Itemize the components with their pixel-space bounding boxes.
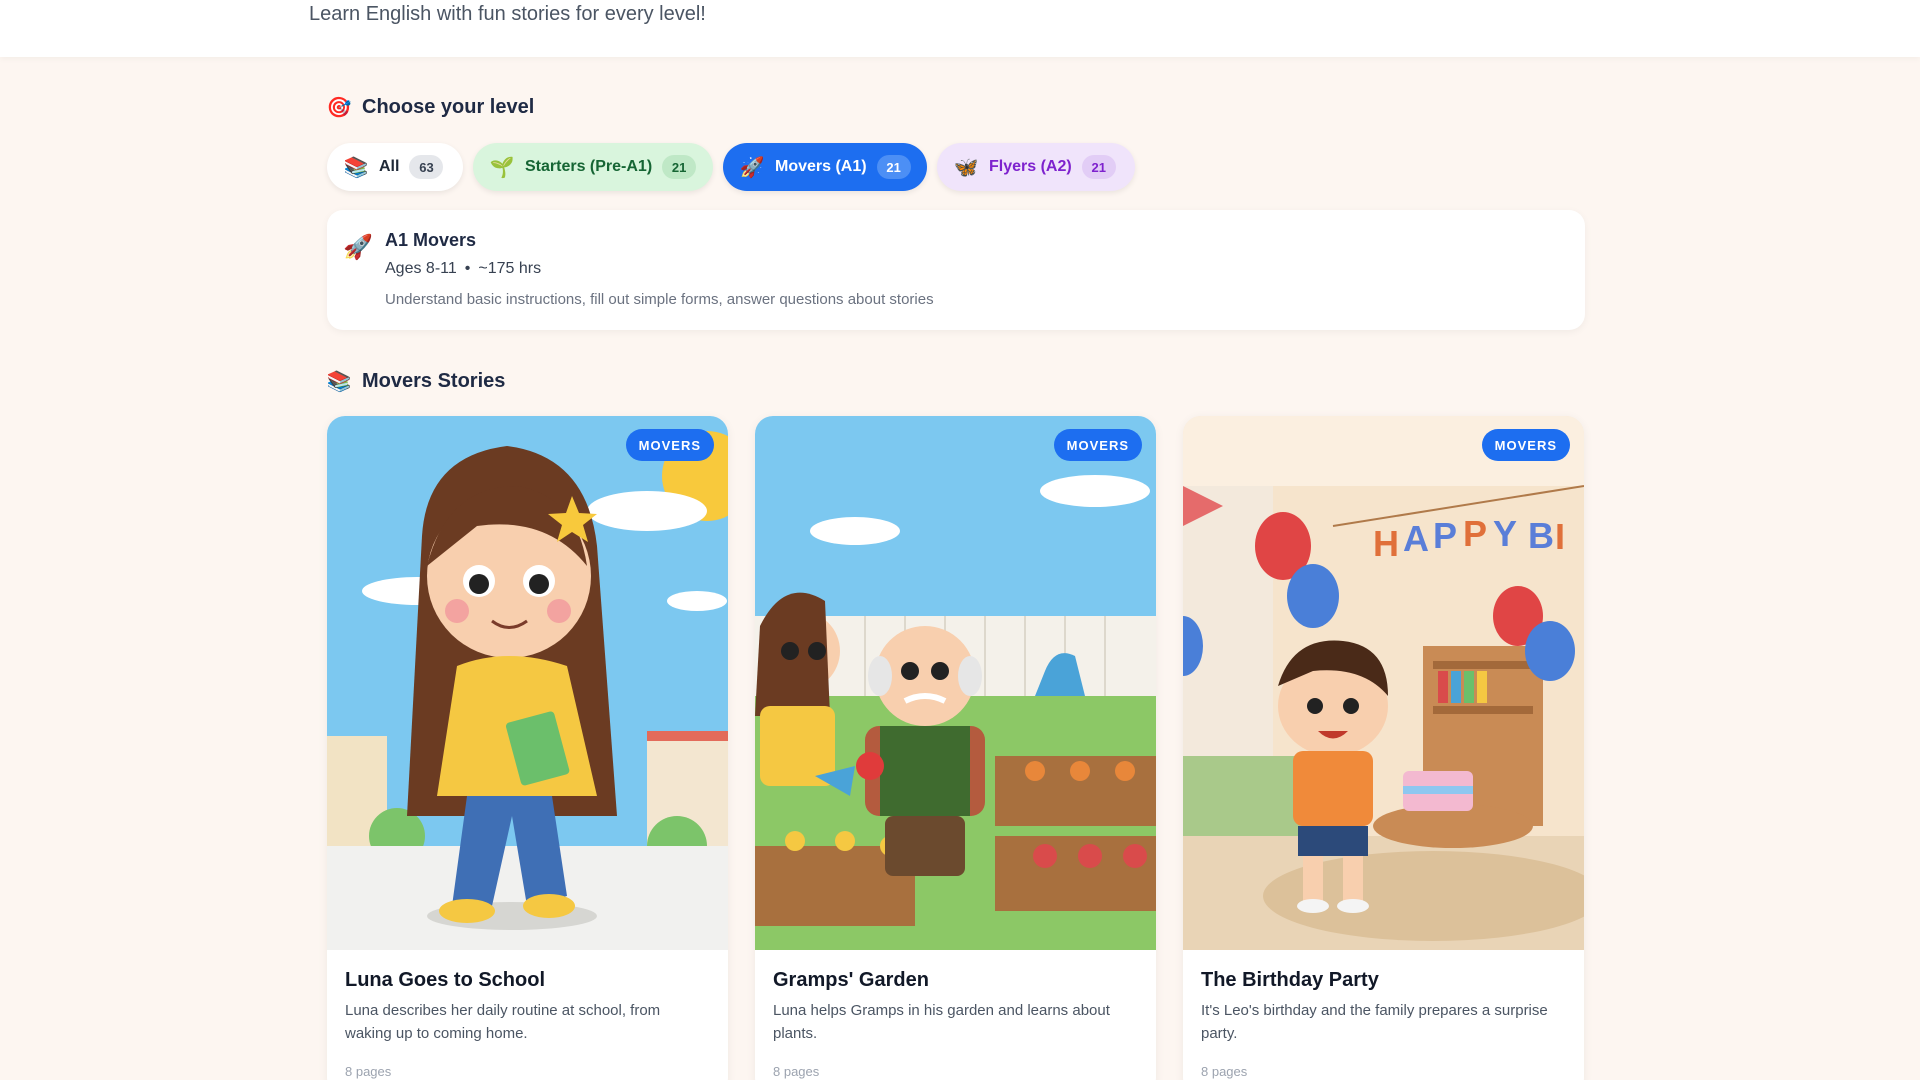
level-pill-starters[interactable]: 🌱 Starters (Pre-A1) 21 [473,143,713,191]
story-title: Gramps' Garden [773,969,929,991]
level-badge: MOVERS [1053,429,1142,461]
pill-label: Flyers (A2) [989,158,1072,175]
level-pill-all[interactable]: 📚 All 63 [327,143,463,191]
svg-text:Y: Y [1493,513,1517,554]
svg-text:B: B [1528,515,1554,556]
level-pill-movers[interactable]: 🚀 Movers (A1) 21 [723,143,927,191]
level-name: A1 Movers [385,230,477,250]
page-header: Learn English with fun stories for every… [0,0,1920,57]
butterfly-icon: 🦋 [953,156,979,179]
pill-count: 21 [662,155,697,179]
seedling-icon: 🌱 [489,156,515,179]
pill-label: All [379,158,400,175]
pill-label: Starters (Pre-A1) [525,158,653,175]
pill-label: Movers (A1) [775,158,867,175]
story-card-gramps-garden[interactable]: MOVERS Gramps' Garden Luna helps Gramps … [755,416,1156,1080]
story-card-luna-goes-to-school[interactable]: MOVERS Luna Goes to School Luna describe… [327,416,728,1080]
story-cover-image: MOVERS [755,416,1156,950]
level-section-title: 🎯 Choose your level [326,94,535,120]
target-icon: 🎯 [326,96,352,119]
svg-text:P: P [1463,513,1487,554]
meta-separator: • [464,260,471,277]
story-description: Luna describes her daily routine at scho… [345,1002,661,1042]
level-filter: 📚 All 63 🌱 Starters (Pre-A1) 21 🚀 Movers… [327,143,1135,191]
level-hours: ~175 hrs [478,260,542,277]
level-section-label: Choose your level [362,95,535,118]
rocket-icon: 🚀 [739,156,765,179]
level-description: Understand basic instructions, fill out … [385,291,934,308]
story-cover-image: H A P P Y B I MOVERS [1183,416,1584,950]
svg-text:H: H [1373,523,1399,564]
story-card-the-birthday-party[interactable]: H A P P Y B I MOVERS The Birthday Party … [1183,416,1584,1080]
stories-section-title: 📚 Movers Stories [326,368,506,394]
story-description: Luna helps Gramps in his garden and lear… [773,1002,1110,1042]
level-badge: MOVERS [1481,429,1570,461]
page-subtitle: Learn English with fun stories for every… [309,3,706,25]
pill-count: 63 [409,155,444,179]
story-description: It's Leo's birthday and the family prepa… [1201,1002,1548,1042]
svg-text:I: I [1555,516,1565,557]
level-info-card: 🚀 A1 Movers Ages 8-11 • ~175 hrs Underst… [327,210,1585,330]
level-meta: Ages 8-11 • ~175 hrs [385,260,541,278]
story-cover-image: MOVERS [327,416,728,950]
story-title: The Birthday Party [1201,969,1379,991]
svg-text:P: P [1433,515,1457,556]
story-pages: 8 pages [773,1064,820,1079]
story-pages: 8 pages [345,1064,392,1079]
pill-count: 21 [876,155,911,179]
level-ages: Ages 8-11 [385,260,457,277]
stories-section-label: Movers Stories [362,369,506,392]
level-pill-flyers[interactable]: 🦋 Flyers (A2) 21 [937,143,1135,191]
rocket-icon: 🚀 [343,233,373,261]
svg-text:A: A [1403,518,1429,559]
level-badge: MOVERS [625,429,714,461]
story-title: Luna Goes to School [345,969,546,991]
story-pages: 8 pages [1201,1064,1248,1079]
books-icon: 📚 [343,156,369,179]
books-icon: 📚 [326,370,352,393]
pill-count: 21 [1081,155,1116,179]
